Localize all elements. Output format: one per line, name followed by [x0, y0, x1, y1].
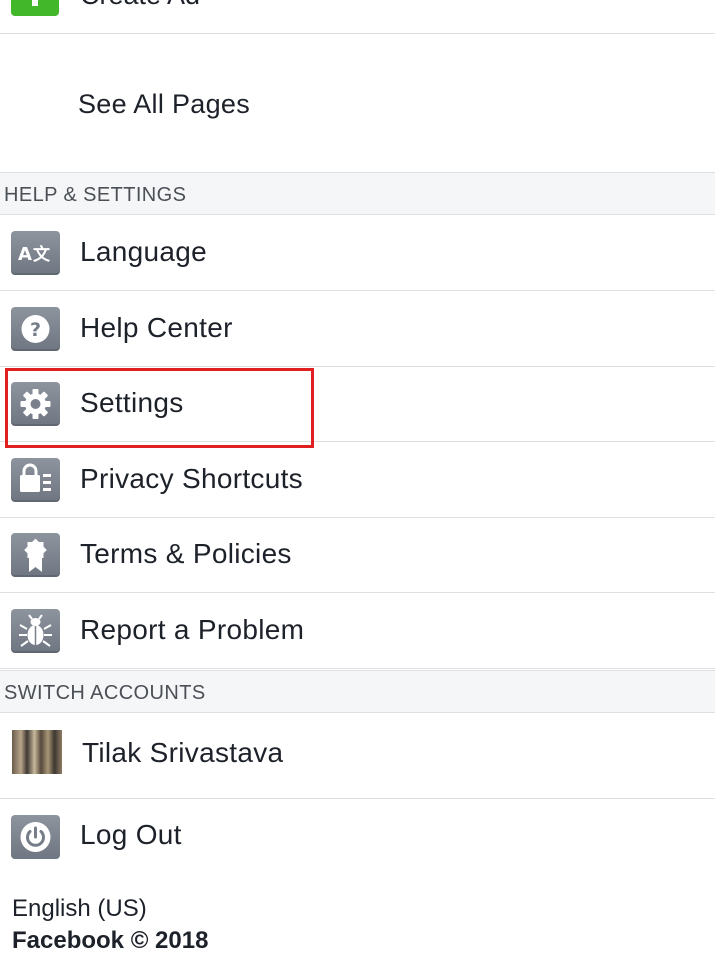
footer-copyright: Facebook © 2018	[12, 925, 208, 957]
menu-item-privacy-shortcuts[interactable]: Privacy Shortcuts	[0, 443, 715, 518]
menu-item-label: Language	[80, 236, 207, 267]
plus-icon	[11, 0, 59, 16]
menu-item-label: Report a Problem	[80, 614, 305, 645]
bug-icon	[11, 609, 60, 653]
account-item[interactable]: Tilak Srivastava	[0, 713, 715, 799]
log-out-item[interactable]: Log Out	[0, 799, 715, 875]
account-name: Tilak Srivastava	[82, 737, 284, 768]
svg-text:A: A	[18, 244, 32, 265]
create-ad-item[interactable]: Create Ad	[0, 0, 715, 34]
menu-item-settings[interactable]: Settings	[0, 367, 715, 442]
help-icon: ?	[11, 307, 60, 351]
language-icon: A 文	[11, 231, 60, 275]
power-icon	[11, 815, 60, 859]
create-ad-label: Create Ad	[80, 0, 200, 11]
help-settings-header: HELP & SETTINGS	[0, 172, 715, 215]
help-settings-header-label: HELP & SETTINGS	[4, 184, 187, 206]
lock-list-icon	[11, 458, 60, 502]
switch-accounts-header-label: SWITCH ACCOUNTS	[4, 682, 206, 704]
log-out-label: Log Out	[80, 819, 182, 850]
menu-item-help-center[interactable]: ? Help Center	[0, 292, 715, 367]
menu-item-terms-policies[interactable]: Terms & Policies	[0, 518, 715, 593]
see-all-pages-item[interactable]: See All Pages	[0, 34, 715, 171]
see-all-pages-label: See All Pages	[78, 89, 251, 119]
menu-item-report-problem[interactable]: Report a Problem	[0, 594, 715, 669]
footer: English (US) Facebook © 2018	[12, 893, 208, 957]
footer-language-link[interactable]: English (US)	[12, 893, 208, 925]
menu-item-label: Help Center	[80, 312, 233, 343]
footer-brand: Facebook	[12, 927, 125, 954]
footer-copyright-year: © 2018	[130, 927, 209, 954]
ribbon-badge-icon	[11, 533, 60, 577]
menu-item-label: Settings	[80, 387, 184, 418]
avatar	[12, 730, 62, 774]
gear-icon	[11, 382, 60, 426]
switch-accounts-header: SWITCH ACCOUNTS	[0, 670, 715, 713]
menu-item-label: Terms & Policies	[80, 538, 292, 569]
menu-item-label: Privacy Shortcuts	[80, 463, 303, 494]
menu-item-language[interactable]: A 文 Language	[0, 216, 715, 291]
svg-text:文: 文	[33, 244, 51, 265]
svg-text:?: ?	[30, 319, 41, 341]
